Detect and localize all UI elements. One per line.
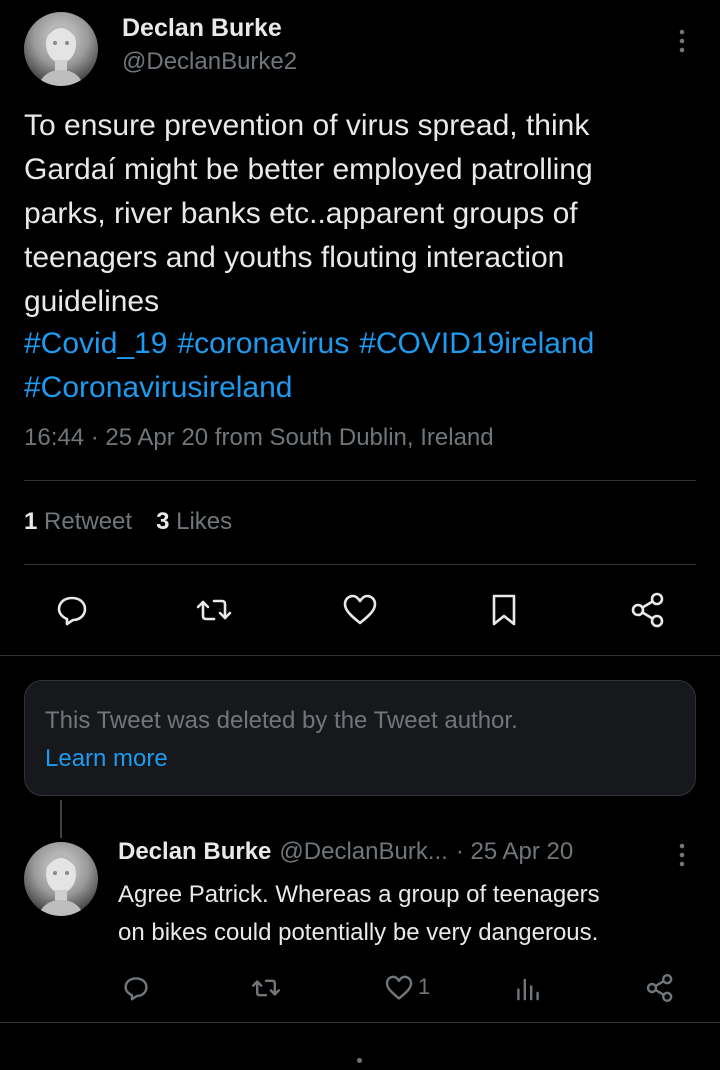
reply-author-name[interactable]: Declan Burke <box>118 838 271 866</box>
reply-date: · 25 Apr 20 <box>455 838 574 865</box>
reply-icon[interactable] <box>120 972 152 1004</box>
hashtag-list: #Covid_19 #coronavirus #COVID19ireland #… <box>24 322 704 410</box>
loading-dot <box>357 1058 362 1063</box>
more-vertical-icon[interactable] <box>676 842 688 868</box>
hashtag-link[interactable]: #coronavirus <box>177 322 349 366</box>
heart-icon[interactable] <box>383 972 415 1004</box>
hashtag-link[interactable]: #Coronavirusireland <box>24 366 292 410</box>
heart-icon[interactable] <box>340 590 380 630</box>
retweet-icon[interactable] <box>250 972 282 1004</box>
engagement-stats: 1 Retweet 3 Likes <box>24 508 232 536</box>
reply-author-avatar[interactable] <box>24 842 98 916</box>
divider <box>24 564 696 565</box>
tweet-text-line: parks, river banks etc..apparent groups … <box>24 197 578 230</box>
thread-connector <box>60 800 62 838</box>
hashtag-link[interactable]: #Covid_19 <box>24 322 167 366</box>
author-avatar[interactable] <box>24 12 98 86</box>
hashtag-link[interactable]: #COVID19ireland <box>359 322 594 366</box>
tweet-text: To ensure prevention of virus spread, th… <box>24 104 704 324</box>
analytics-icon[interactable] <box>512 972 544 1004</box>
deleted-tweet-text: This Tweet was deleted by the Tweet auth… <box>45 707 518 734</box>
tweet-text-line: Gardaí might be better employed patrolli… <box>24 153 593 186</box>
reply-icon[interactable] <box>52 590 92 630</box>
like-label: Likes <box>176 508 233 535</box>
like-stat[interactable]: 3 Likes <box>156 508 232 536</box>
deleted-tweet-notice: This Tweet was deleted by the Tweet auth… <box>24 680 696 796</box>
author-handle[interactable]: @DeclanBurke2 <box>122 48 297 76</box>
tweet-action-bar <box>0 582 720 638</box>
reply-text: Agree Patrick. Whereas a group of teenag… <box>118 876 698 952</box>
retweet-icon[interactable] <box>194 590 234 630</box>
retweet-label: Retweet <box>44 508 133 535</box>
reply-author-handle[interactable]: @DeclanBurk... <box>279 838 447 866</box>
reply-header: Declan Burke @DeclanBurk... · 25 Apr 20 <box>118 838 573 866</box>
bookmark-icon[interactable] <box>484 590 524 630</box>
learn-more-link[interactable]: Learn more <box>45 739 675 779</box>
tweet-text-line: teenagers and youths flouting interactio… <box>24 241 565 274</box>
like-count: 3 <box>156 508 170 535</box>
statue-avatar-icon <box>38 24 84 86</box>
divider <box>24 480 696 481</box>
tweet-text-line: guidelines <box>24 285 160 318</box>
share-icon[interactable] <box>628 590 668 630</box>
divider <box>0 655 720 656</box>
author-name[interactable]: Declan Burke <box>122 14 282 43</box>
share-icon[interactable] <box>644 972 676 1004</box>
reply-text-line: on bikes could potentially be very dange… <box>118 919 599 946</box>
reply-like-count: 1 <box>418 974 431 999</box>
retweet-stat[interactable]: 1 Retweet <box>24 508 132 536</box>
reply-action-bar: 1 <box>0 966 720 1010</box>
statue-avatar-icon <box>38 854 84 916</box>
divider <box>0 1022 720 1023</box>
tweet-text-line: To ensure prevention of virus spread, th… <box>24 109 590 142</box>
tweet-timestamp-location: 16:44 · 25 Apr 20 from South Dublin, Ire… <box>24 424 494 451</box>
more-vertical-icon[interactable] <box>676 28 688 54</box>
reply-text-line: Agree Patrick. Whereas a group of teenag… <box>118 881 600 908</box>
retweet-count: 1 <box>24 508 38 535</box>
